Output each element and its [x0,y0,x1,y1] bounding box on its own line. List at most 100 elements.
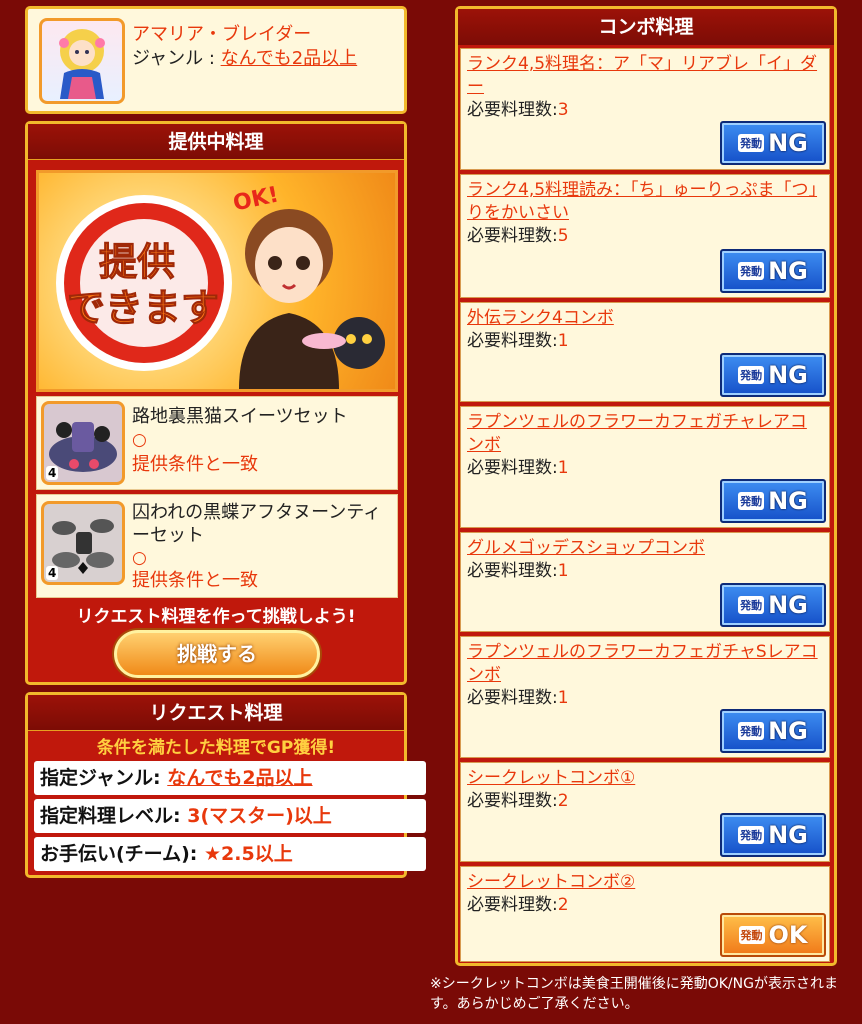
combo-name-5[interactable]: グルメゴッデスショップコンボ [461,533,829,560]
combo-required-label-6: 必要料理数: [467,688,558,708]
combo-btn-small-7: 発動 [738,826,765,844]
combo-btn-small-5: 発動 [738,596,765,614]
combo-item-7: シークレットコンボ① 必要料理数:2 発動 NG [460,762,830,862]
character-card: アマリア・ブレイダー ジャンル : なんでも2品以上 [25,6,407,114]
combo-btn-big-7: NG [768,821,808,849]
combo-count-7: 2 [557,791,569,811]
combo-count-2: 5 [557,226,569,246]
combo-required-1: 必要料理数:3 [461,99,829,121]
combo-btn-small-1: 発動 [738,134,765,152]
combo-required-label-8: 必要料理数: [467,895,558,915]
character-name: アマリア・ブレイダー [132,24,312,45]
combo-ok-button-8[interactable]: 発動 OK [720,913,826,957]
combo-required-5: 必要料理数:1 [461,560,829,582]
request-level-label: 指定料理レベル: [40,805,188,827]
banner-text-2: できます [66,286,220,331]
combo-ng-button-3[interactable]: 発動 NG [720,353,826,397]
dish-mark-1: ○ [132,430,147,450]
combo-required-label-3: 必要料理数: [467,331,558,351]
combo-name-8[interactable]: シークレットコンボ② [461,867,829,894]
request-genre-label: 指定ジャンル: [40,767,168,789]
genre-label: ジャンル : [132,48,221,69]
combo-item-4: ラプンツェルのフラワーカフェガチャレアコンボ 必要料理数:1 発動 NG [460,406,830,528]
combo-btn-big-6: NG [768,717,808,745]
dish-mark-2: ○ [132,548,147,568]
combo-required-label-2: 必要料理数: [467,226,558,246]
combo-item-1: ランク4,5料理名：ア「マ」リアブレ「イ」ダー 必要料理数:3 発動 NG [460,48,830,170]
request-team-label: お手伝い(チーム): [40,843,205,865]
combo-required-label-4: 必要料理数: [467,458,558,478]
dish-thumb-2: 4 [41,501,125,585]
request-title: リクエスト料理 [28,695,404,731]
combo-required-label-5: 必要料理数: [467,561,558,581]
combo-btn-small-4: 発動 [738,492,765,510]
combo-btn-small-3: 発動 [738,366,765,384]
serving-item-1[interactable]: 4 路地裏黒猫スイーツセット ○ 提供条件と一致 [36,396,398,490]
combo-name-1[interactable]: ランク4,5料理名：ア「マ」リアブレ「イ」ダー [461,49,829,99]
dish-name-2: 囚われの黒蝶アフタヌーンティーセット [132,502,382,546]
request-row-level: 指定料理レベル: 3(マスター)以上 [34,799,426,833]
combo-count-5: 1 [557,561,569,581]
serving-panel: 提供中料理 提供 できます OK! 4 路地裏黒猫スイーツセット ○ 提供条件と… [25,121,407,685]
challenge-button[interactable]: 挑戦する [114,630,320,678]
combo-required-6: 必要料理数:1 [461,687,829,709]
request-panel: リクエスト料理 条件を満たした料理でGP獲得! 指定ジャンル: なんでも2品以上… [25,692,426,878]
request-subtitle: 条件を満たした料理でGP獲得! [96,738,336,758]
combo-ng-button-6[interactable]: 発動 NG [720,709,826,753]
serving-banner: 提供 できます OK! [36,170,398,392]
serving-title: 提供中料理 [28,124,404,160]
request-genre-link[interactable]: なんでも2品以上 [167,767,312,789]
combo-item-8: シークレットコンボ② 必要料理数:2 発動 OK [460,866,830,962]
challenge-prompt: リクエスト料理を作って挑戦しよう! [76,607,356,627]
combo-item-3: 外伝ランク4コンボ 必要料理数:1 発動 NG [460,302,830,402]
combo-btn-small-6: 発動 [738,722,765,740]
combo-required-4: 必要料理数:1 [461,457,829,479]
request-row-team: お手伝い(チーム): ★2.5以上 [34,837,426,871]
combo-btn-big-1: NG [768,129,808,157]
combo-count-1: 3 [557,100,569,120]
combo-required-label-7: 必要料理数: [467,791,558,811]
combo-item-6: ラプンツェルのフラワーカフェガチャSレアコンボ 必要料理数:1 発動 NG [460,636,830,758]
combo-title: コンボ料理 [458,9,834,45]
dish-thumb-1: 4 [41,401,125,485]
rank-badge-1: 4 [46,466,59,480]
combo-btn-big-8: OK [768,921,808,949]
footnote: ※シークレットコンボは美食王開催後に発動OK/NGが表示されます。あらかじめご了… [430,976,838,1012]
combo-required-3: 必要料理数:1 [461,330,829,352]
serving-item-2[interactable]: 4 囚われの黒蝶アフタヌーンティーセット ○ 提供条件と一致 [36,494,398,598]
combo-required-label-1: 必要料理数: [467,100,558,120]
combo-btn-small-8: 発動 [738,926,765,944]
combo-ng-button-4[interactable]: 発動 NG [720,479,826,523]
combo-btn-big-3: NG [768,361,808,389]
combo-required-7: 必要料理数:2 [461,790,829,812]
request-level-value: 3(マスター)以上 [187,805,332,827]
princess-avatar-icon [59,29,105,99]
combo-btn-big-4: NG [768,487,808,515]
combo-ng-button-2[interactable]: 発動 NG [720,249,826,293]
combo-ng-button-5[interactable]: 発動 NG [720,583,826,627]
genre-link[interactable]: なんでも2品以上 [221,48,358,69]
character-portrait[interactable] [39,18,125,104]
combo-item-5: グルメゴッデスショップコンボ 必要料理数:1 発動 NG [460,532,830,632]
combo-count-4: 1 [557,458,569,478]
combo-name-2[interactable]: ランク4,5料理読み：「ち」ゅーりっぷま「つ」りをかいさい [461,175,829,225]
combo-name-4[interactable]: ラプンツェルのフラワーカフェガチャレアコンボ [461,407,829,457]
request-team-value: ★2.5以上 [204,843,293,865]
combo-btn-big-2: NG [768,257,808,285]
rank-badge-2: 4 [46,566,59,580]
combo-count-8: 2 [557,895,569,915]
combo-btn-small-2: 発動 [738,262,765,280]
combo-ng-button-7[interactable]: 発動 NG [720,813,826,857]
dish-status-2: 提供条件と一致 [132,570,258,591]
combo-name-7[interactable]: シークレットコンボ① [461,763,829,790]
combo-count-6: 1 [557,688,569,708]
combo-required-2: 必要料理数:5 [461,225,829,247]
combo-name-3[interactable]: 外伝ランク4コンボ [461,303,829,330]
combo-name-6[interactable]: ラプンツェルのフラワーカフェガチャSレアコンボ [461,637,829,687]
request-row-genre: 指定ジャンル: なんでも2品以上 [34,761,426,795]
character-genre: ジャンル : なんでも2品以上 [132,47,357,70]
combo-count-3: 1 [557,331,569,351]
dish-name-1: 路地裏黒猫スイーツセット [132,406,348,427]
combo-ng-button-1[interactable]: 発動 NG [720,121,826,165]
combo-btn-big-5: NG [768,591,808,619]
